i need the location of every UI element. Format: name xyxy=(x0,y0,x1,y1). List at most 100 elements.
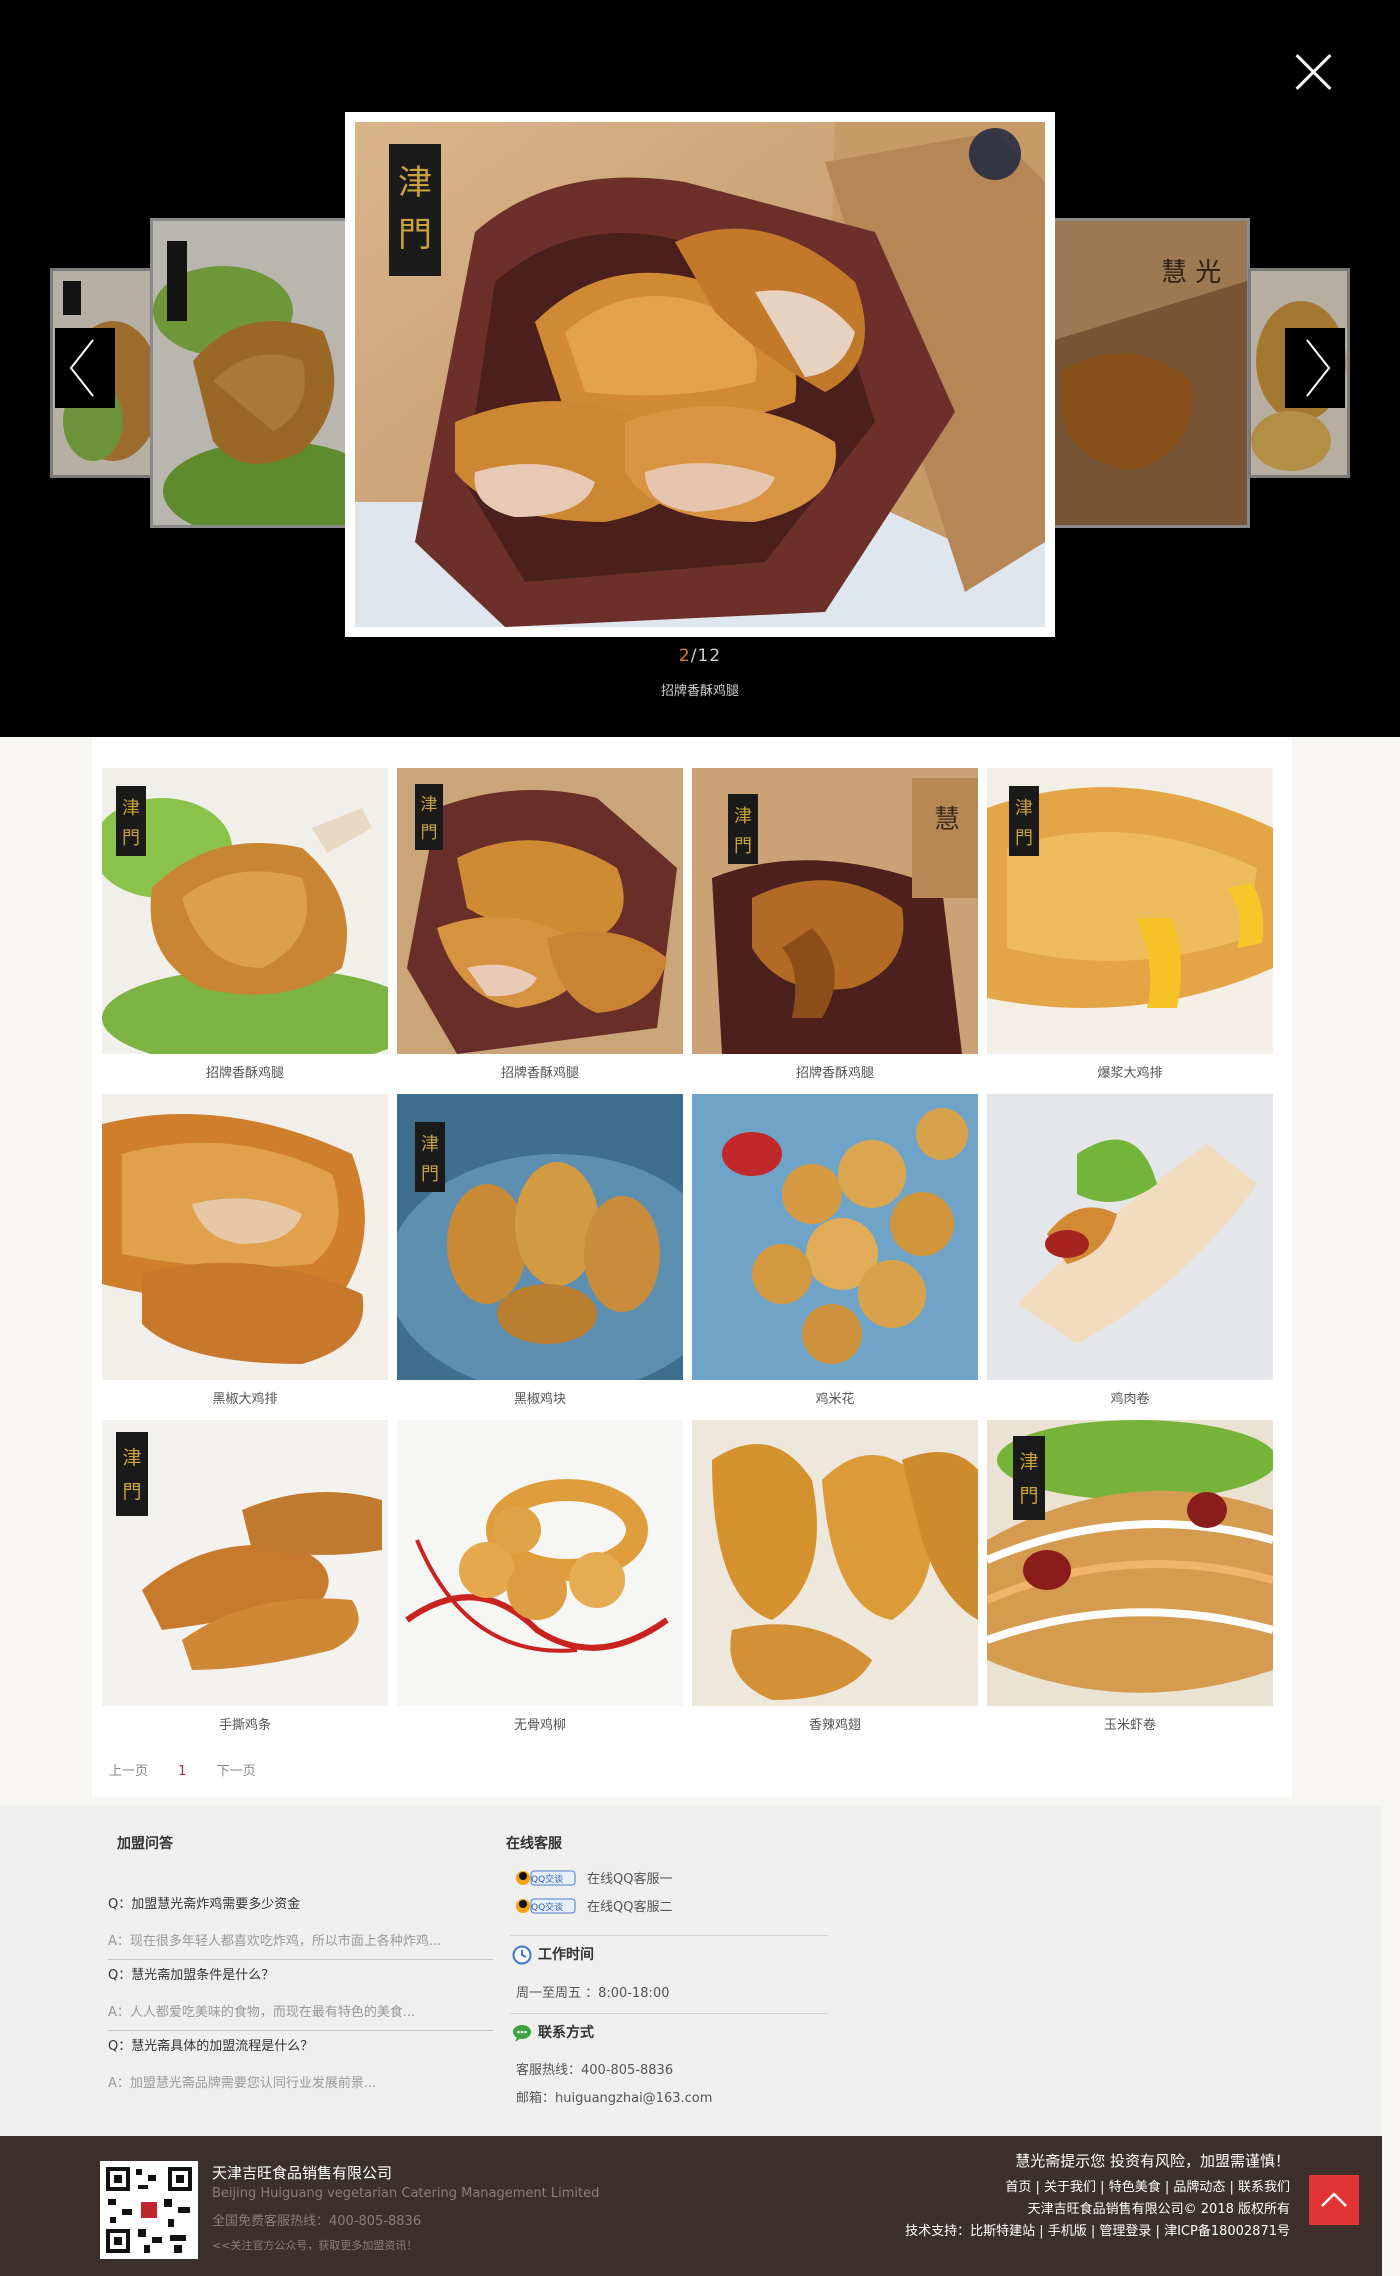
product-name[interactable]: 招牌香酥鸡腿 xyxy=(692,1054,978,1094)
product-name[interactable]: 爆浆大鸡排 xyxy=(987,1054,1273,1094)
work-hours: 周一至周五 ：8:00-18:00 xyxy=(516,1986,670,2001)
next-page-link[interactable]: 下一页 xyxy=(217,1764,256,1779)
hotline-text: 客服热线：400-805-8836 xyxy=(516,2063,674,2078)
svg-text:門: 門 xyxy=(122,828,140,849)
info-section: 加盟问答 Q：加盟慧光斋炸鸡需要多少资金 A：现在很多年轻人都喜欢吃炸鸡，所以市… xyxy=(0,1806,1382,2136)
site-footer: 天津吉旺食品销售有限公司 Beijing Huiguang vegetarian… xyxy=(0,2136,1382,2276)
divider xyxy=(108,2030,493,2031)
faq-question[interactable]: Q：加盟慧光斋炸鸡需要多少资金 xyxy=(108,1893,493,1912)
company-name-en: Beijing Huiguang vegetarian Catering Man… xyxy=(212,2186,600,2201)
product-name[interactable]: 招牌香酥鸡腿 xyxy=(102,1054,388,1094)
svg-text:慧: 慧 xyxy=(934,805,960,835)
svg-text:門: 門 xyxy=(122,1481,141,1503)
product-card[interactable]: 津 門 招牌香酥鸡腿 xyxy=(102,768,388,1094)
email-text[interactable]: 邮箱：huiguangzhai@163.com xyxy=(516,2087,712,2106)
product-card[interactable]: 鸡米花 xyxy=(692,1094,978,1420)
work-hours-title: 工作时间 xyxy=(538,1947,594,1963)
qq-service-label[interactable]: 在线QQ客服二 xyxy=(587,1900,672,1915)
fried-drumstick-in-box-photo[interactable]: 慧 津 門 xyxy=(692,768,978,1054)
chat-bubble-icon xyxy=(512,2023,532,2043)
total-slides: 12 xyxy=(697,646,722,666)
svg-text:門: 門 xyxy=(1015,828,1033,849)
svg-text:津: 津 xyxy=(734,806,752,827)
contact-title: 联系方式 xyxy=(538,2025,594,2041)
svg-text:門: 門 xyxy=(734,836,752,857)
boneless-chicken-tenders-photo[interactable] xyxy=(397,1420,683,1706)
faq-item[interactable]: Q：加盟慧光斋炸鸡需要多少资金 A：现在很多年轻人都喜欢吃炸鸡，所以市面上各种炸… xyxy=(108,1893,493,1960)
pepper-chicken-cutlet-photo[interactable] xyxy=(102,1094,388,1380)
carousel-slide-near-right[interactable]: 慧 光 xyxy=(1048,218,1250,528)
product-name[interactable]: 鸡米花 xyxy=(692,1380,978,1420)
svg-text:門: 門 xyxy=(1019,1485,1038,1507)
page-number[interactable]: 1 xyxy=(178,1764,186,1779)
product-card[interactable]: 黑椒大鸡排 xyxy=(102,1094,388,1420)
chicken-wrap-photo[interactable] xyxy=(987,1094,1273,1380)
fried-drumstick-on-lettuce-photo[interactable]: 津 門 xyxy=(102,768,388,1054)
fried-chicken-in-box-photo: 津 門 xyxy=(355,122,1045,627)
product-name[interactable]: 手撕鸡条 xyxy=(102,1706,388,1746)
svg-text:津: 津 xyxy=(1015,798,1033,819)
svg-text:津: 津 xyxy=(398,163,432,203)
product-name[interactable]: 鸡肉卷 xyxy=(987,1380,1273,1420)
svg-text:門: 門 xyxy=(421,1164,439,1185)
divider xyxy=(510,1935,828,1936)
next-arrow-icon[interactable] xyxy=(1285,328,1345,408)
faq-item[interactable]: Q：慧光斋具体的加盟流程是什么？ A：加盟慧光斋品牌需要您认同行业发展前景... xyxy=(108,2035,493,2091)
faq-question[interactable]: Q：慧光斋具体的加盟流程是什么？ xyxy=(108,2035,493,2054)
slide-caption: 招牌香酥鸡腿 xyxy=(660,684,739,699)
svg-text:門: 門 xyxy=(421,823,438,843)
product-card[interactable]: 慧 津 門 招牌香酥鸡腿 xyxy=(692,768,978,1094)
popcorn-chicken-blue-plate-photo[interactable] xyxy=(692,1094,978,1380)
svg-text:津: 津 xyxy=(421,1134,439,1155)
product-card[interactable]: 津 門 黑椒鸡块 xyxy=(397,1094,683,1420)
product-name[interactable]: 玉米虾卷 xyxy=(987,1706,1273,1746)
wechat-tip: <<关注官方公众号，获取更多加盟资讯！ xyxy=(212,2239,418,2252)
carousel-slide-current[interactable]: 津 門 xyxy=(345,112,1055,637)
cheese-chicken-cutlet-photo[interactable]: 津 門 xyxy=(987,768,1273,1054)
previous-arrow-icon[interactable] xyxy=(55,328,115,408)
faq-answer: A：现在很多年轻人都喜欢吃炸鸡，所以市面上各种炸鸡... xyxy=(108,1934,442,1949)
faq-answer: A：人人都爱吃美味的食物，而现在最有特色的美食... xyxy=(108,2005,416,2020)
product-name[interactable]: 黑椒鸡块 xyxy=(397,1380,683,1420)
footer-hotline: 全国免费客服热线：400-805-8836 xyxy=(212,2214,422,2229)
company-name: 天津吉旺食品销售有限公司 xyxy=(212,2164,393,2182)
product-card[interactable]: 香辣鸡翅 xyxy=(692,1420,978,1746)
close-icon[interactable] xyxy=(1293,52,1333,92)
fried-chicken-in-box-photo[interactable]: 津 門 xyxy=(397,768,683,1054)
svg-text:津: 津 xyxy=(122,1447,141,1469)
svg-text:津: 津 xyxy=(122,798,140,819)
footer-nav-links[interactable]: 首页 | 关于我们 | 特色美食 | 品牌动态 | 联系我们 xyxy=(1005,2176,1290,2195)
wechat-qr-code xyxy=(100,2161,198,2259)
prev-page-link[interactable]: 上一页 xyxy=(109,1764,148,1779)
chevron-up-icon[interactable] xyxy=(1309,2175,1359,2225)
corn-shrimp-roll-photo[interactable]: 津 門 xyxy=(987,1420,1273,1706)
chicken-strips-photo[interactable]: 津 門 xyxy=(102,1420,388,1706)
carousel-slide-near-left[interactable] xyxy=(150,218,350,528)
faq-question[interactable]: Q：慧光斋加盟条件是什么？ xyxy=(108,1964,493,1983)
copyright: 天津吉旺食品销售有限公司© 2018 版权所有 xyxy=(1027,2202,1290,2217)
tech-support-links[interactable]: 技术支持：比斯特建站 | 手机版 | 管理登录 | 津ICP备18002871号 xyxy=(905,2220,1290,2239)
product-card[interactable]: 津 門 招牌香酥鸡腿 xyxy=(397,768,683,1094)
product-card[interactable]: 津 門 手撕鸡条 xyxy=(102,1420,388,1746)
pagination: 上一页 1 下一页 xyxy=(109,1760,282,1779)
product-card[interactable]: 鸡肉卷 xyxy=(987,1094,1273,1420)
current-slide-number: 2 xyxy=(678,646,691,666)
qq-service-label[interactable]: 在线QQ客服一 xyxy=(587,1872,672,1887)
product-name[interactable]: 招牌香酥鸡腿 xyxy=(397,1054,683,1094)
qq-badge-text: QQ交谈 xyxy=(531,1903,564,1913)
product-name[interactable]: 香辣鸡翅 xyxy=(692,1706,978,1746)
clock-icon xyxy=(512,1945,532,1965)
qq-badge-text: QQ交谈 xyxy=(531,1875,564,1885)
product-name[interactable]: 无骨鸡柳 xyxy=(397,1706,683,1746)
back-to-top-button[interactable] xyxy=(1309,2175,1359,2225)
svg-text:津: 津 xyxy=(1019,1451,1038,1473)
faq-item[interactable]: Q：慧光斋加盟条件是什么？ A：人人都爱吃美味的食物，而现在最有特色的美食... xyxy=(108,1964,493,2031)
divider xyxy=(108,1959,493,1960)
spicy-chicken-wings-photo[interactable] xyxy=(692,1420,978,1706)
chicken-nuggets-blue-plate-photo[interactable]: 津 門 xyxy=(397,1094,683,1380)
product-card[interactable]: 津 門 玉米虾卷 xyxy=(987,1420,1273,1746)
product-card[interactable]: 津 門 爆浆大鸡排 xyxy=(987,768,1273,1094)
product-name[interactable]: 黑椒大鸡排 xyxy=(102,1380,388,1420)
service-title: 在线客服 xyxy=(506,1836,562,1852)
product-card[interactable]: 无骨鸡柳 xyxy=(397,1420,683,1746)
